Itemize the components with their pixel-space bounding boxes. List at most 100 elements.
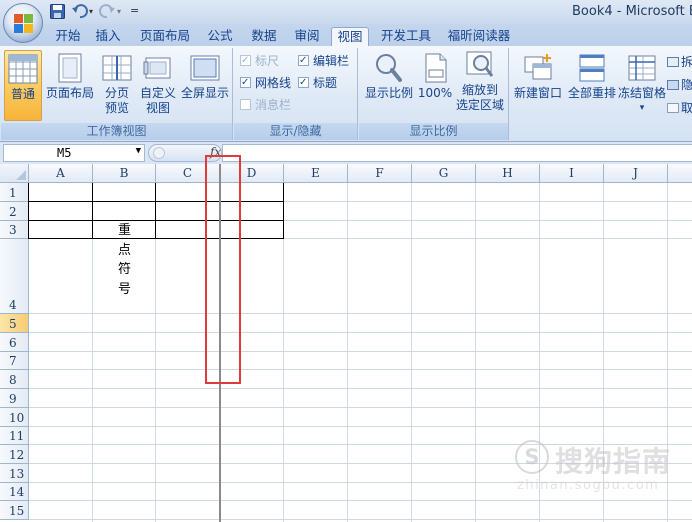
tab-data[interactable]: 数据 xyxy=(248,27,280,46)
tab-page-layout[interactable]: 页面布局 xyxy=(138,27,192,46)
ruler-checkbox[interactable]: 标尺 xyxy=(240,53,279,69)
zoom-100-label: 100% xyxy=(417,86,453,100)
message-bar-check-icon xyxy=(240,99,251,110)
column-header-e[interactable]: E xyxy=(284,164,348,183)
redo-dropdown-icon[interactable]: ▾ xyxy=(117,7,121,16)
page-layout-view-button[interactable]: 页面布局 xyxy=(44,50,96,121)
row-header-7[interactable]: 7 xyxy=(0,352,29,370)
tab-developer[interactable]: 开发工具 xyxy=(378,27,434,46)
page-break-preview-button[interactable]: 分页 预览 xyxy=(98,50,136,121)
normal-view-button[interactable]: 普通 xyxy=(4,50,42,121)
undo-dropdown-icon[interactable]: ▾ xyxy=(89,7,93,16)
gridline-horizontal xyxy=(29,351,692,352)
tab-review[interactable]: 审阅 xyxy=(291,27,323,46)
page-layout-icon xyxy=(58,53,82,83)
unhide-window-label: 取 xyxy=(681,101,692,115)
row-header-3[interactable]: 3 xyxy=(0,221,29,239)
redo-icon[interactable] xyxy=(98,3,116,20)
column-header-h[interactable]: H xyxy=(476,164,540,183)
arrange-all-button[interactable]: 全部重排 xyxy=(566,50,618,121)
row-header-13[interactable]: 13 xyxy=(0,464,29,483)
unhide-window-button[interactable]: 取 xyxy=(667,100,692,116)
ribbon-tabs: 开始 插入 页面布局 公式 数据 审阅 视图 开发工具 福昕阅读器 xyxy=(0,24,692,46)
group-label-zoom: 显示比例 xyxy=(359,123,508,140)
gridline-vertical xyxy=(347,183,348,522)
office-button[interactable] xyxy=(3,3,43,43)
row-header-15[interactable]: 15 xyxy=(0,501,29,520)
split-button[interactable]: 拆 xyxy=(667,54,692,70)
zoom-selection-label-1: 缩放到 xyxy=(461,83,498,97)
full-screen-button[interactable]: 全屏显示 xyxy=(179,50,231,121)
headings-checkbox[interactable]: 标题 xyxy=(298,75,337,91)
gridline-horizontal xyxy=(29,426,692,427)
page-layout-label: 页面布局 xyxy=(45,86,94,100)
name-box-dropdown-icon[interactable]: ▼ xyxy=(136,146,141,156)
message-bar-checkbox[interactable]: 消息栏 xyxy=(240,97,291,113)
formula-input[interactable] xyxy=(222,144,692,162)
window-title: Book4 - Microsoft Ex xyxy=(572,4,692,19)
select-all-corner[interactable] xyxy=(0,164,29,183)
tab-view[interactable]: 视图 xyxy=(331,27,369,46)
name-box[interactable]: M5 ▼ xyxy=(3,144,145,162)
customize-toolbar-icon[interactable]: = xyxy=(130,4,139,17)
new-window-label: 新建窗口 xyxy=(513,86,562,100)
split-icon xyxy=(667,57,679,67)
gridline-vertical xyxy=(475,183,476,522)
row-header-1[interactable]: 1 xyxy=(0,183,29,202)
watermark-url: zhinan.sogou.com xyxy=(517,478,660,493)
row-number: 7 xyxy=(9,354,17,368)
row-header-5[interactable]: 5 xyxy=(0,314,29,333)
row-header-9[interactable]: 9 xyxy=(0,389,29,408)
tab-home[interactable]: 开始 xyxy=(52,27,84,46)
column-header-f[interactable]: F xyxy=(348,164,412,183)
cell-b3-char: 符 xyxy=(117,262,131,277)
zoom-button[interactable]: 显示比例 xyxy=(363,50,415,121)
gridline-horizontal xyxy=(29,500,692,501)
group-workbook-views: 普通 页面布局 分页 预览 自定义 视图 全屏显示 工作簿视图 xyxy=(1,48,233,140)
row-header-4[interactable]: 4 xyxy=(0,239,29,314)
tab-foxit-reader[interactable]: 福昕阅读器 xyxy=(446,27,512,46)
row-header-8[interactable]: 8 xyxy=(0,370,29,389)
full-screen-icon xyxy=(190,55,220,81)
tab-insert[interactable]: 插入 xyxy=(92,27,124,46)
group-label-show-hide: 显示/隐藏 xyxy=(234,123,357,140)
hide-window-button[interactable]: 隐 xyxy=(667,77,692,93)
title-bar: ▾ ▾ = Book4 - Microsoft Ex xyxy=(0,0,692,24)
page-break-icon xyxy=(102,55,132,81)
column-header-b[interactable]: B xyxy=(93,164,156,183)
custom-views-label-2: 视图 xyxy=(145,101,170,115)
formula-cancel-icon[interactable] xyxy=(153,147,165,159)
zoom-to-selection-button[interactable]: 缩放到 选定区域 xyxy=(455,50,505,121)
row-header-14[interactable]: 14 xyxy=(0,483,29,501)
row-header-12[interactable]: 12 xyxy=(0,445,29,464)
column-header-a[interactable]: A xyxy=(29,164,93,183)
gridline-horizontal xyxy=(29,369,692,370)
column-header-j[interactable]: J xyxy=(604,164,668,183)
row-header-10[interactable]: 10 xyxy=(0,408,29,427)
row-number: 12 xyxy=(9,448,25,462)
zoom-100-button[interactable]: 100% xyxy=(417,50,453,121)
row-header-2[interactable]: 2 xyxy=(0,202,29,221)
row-number: 6 xyxy=(9,336,17,350)
row-header-6[interactable]: 6 xyxy=(0,333,29,352)
hide-window-icon xyxy=(667,80,679,90)
gridlines-label: 网格线 xyxy=(255,76,292,90)
column-header-g[interactable]: G xyxy=(412,164,476,183)
gridlines-checkbox[interactable]: 网格线 xyxy=(240,75,291,91)
row-header-11[interactable]: 11 xyxy=(0,427,29,445)
freeze-panes-button[interactable]: 冻结窗格 ▾ xyxy=(618,50,666,135)
new-window-button[interactable]: 新建窗口 xyxy=(512,50,564,121)
formula-bar-checkbox[interactable]: 编辑栏 xyxy=(298,53,349,69)
column-header-partial[interactable] xyxy=(668,164,692,183)
freeze-panes-icon xyxy=(628,55,656,81)
save-icon[interactable] xyxy=(50,4,65,19)
custom-views-button[interactable]: 自定义 视图 xyxy=(139,50,177,121)
column-header-i[interactable]: I xyxy=(540,164,604,183)
cell-b3-text[interactable]: 重 点 符 号 xyxy=(93,221,156,299)
tab-formulas[interactable]: 公式 xyxy=(204,27,236,46)
gridline-vertical xyxy=(411,183,412,522)
hide-window-label: 隐 xyxy=(681,78,692,92)
gridline-horizontal xyxy=(29,407,692,408)
row-number: 2 xyxy=(9,205,17,219)
undo-icon[interactable] xyxy=(71,3,89,20)
